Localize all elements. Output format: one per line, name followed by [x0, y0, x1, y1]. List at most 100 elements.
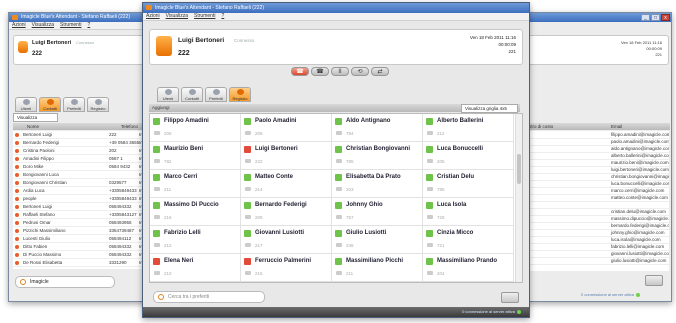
tab-utenti[interactable]: Utenti	[15, 97, 37, 112]
contacts-icon	[47, 99, 54, 105]
contact-ext: 214	[255, 187, 263, 192]
favorite-contact-cell[interactable]: Luca Bonuccelli 205	[423, 142, 514, 170]
tab-preferiti[interactable]: Preferiti	[63, 97, 85, 112]
phone-status-icon	[426, 258, 433, 265]
hangup-button[interactable]: ☎	[291, 67, 309, 76]
contact-ext: 205	[164, 131, 172, 136]
favorite-contact-cell[interactable]: Filippo Amadini 205	[150, 114, 241, 142]
contact-name: Paolo Amadini	[255, 118, 297, 124]
menu-help[interactable]: ?	[87, 22, 90, 29]
menu-visualizza[interactable]: Visualizza	[32, 22, 54, 29]
favorite-contact-cell[interactable]: Paolo Amadini 206	[241, 114, 332, 142]
col-email[interactable]: Email	[611, 123, 622, 130]
extension-icon	[427, 159, 433, 163]
favorite-contact-cell[interactable]: Cinzia Micco 721	[423, 226, 514, 254]
vertical-scrollbar[interactable]	[515, 114, 522, 282]
main-status: 0 connessione al server attiva	[462, 309, 521, 314]
add-favorite-button[interactable]: Aggiungi	[152, 105, 170, 110]
favorite-contact-cell[interactable]: Elena Neri 210	[150, 254, 241, 282]
view-select[interactable]: Visualizza griglia 4x5	[461, 104, 518, 113]
contact-ext: 721	[437, 243, 445, 248]
filter-select[interactable]: Visualizza	[13, 113, 58, 122]
main-status-bar: 0 connessione al server attiva	[143, 307, 529, 317]
tab-preferiti[interactable]: Preferiti	[205, 87, 227, 102]
favorite-contact-cell[interactable]: Luigi Bertoneri 222	[241, 142, 332, 170]
menu-visualizza[interactable]: Visualizza	[166, 13, 188, 20]
favorite-contact-cell[interactable]: Massimo Di Puccio 216	[150, 198, 241, 226]
favorite-contact-cell[interactable]: Christian Bongiovanni 785	[332, 142, 423, 170]
contact-ext: 210	[164, 271, 172, 276]
favorite-contact-cell[interactable]: Luca Isola 726	[423, 198, 514, 226]
menu-azioni[interactable]: Azioni	[12, 22, 26, 29]
contact-name: Giulio Lusiotti	[346, 230, 387, 236]
favorite-contact-cell[interactable]: Marco Cerri 211	[150, 170, 241, 198]
right-datetime: Ven 18 Feb 2011 11:16	[621, 40, 662, 45]
extension-icon	[336, 131, 342, 135]
operator-status: Connesso	[76, 40, 95, 45]
contacts-icon	[189, 89, 196, 95]
contact-ext: 209	[255, 215, 263, 220]
conference-button[interactable]: ⇄	[371, 67, 389, 76]
transfer-button[interactable]: ⟲	[351, 67, 369, 76]
favorite-contact-cell[interactable]: Giulio Lusiotti 236	[332, 226, 423, 254]
tab-registro[interactable]: Registro	[229, 87, 251, 102]
right-table-header: Centro di costo Email	[521, 123, 670, 130]
favorites-search-input[interactable]: Cerca tra i preferiti	[153, 291, 265, 303]
row-email: giovanni.lusiotti@imagicle.com	[611, 251, 669, 256]
menu-azioni[interactable]: Azioni	[146, 13, 160, 20]
favorite-contact-cell[interactable]: Maurizio Beni 782	[150, 142, 241, 170]
row-name: Ardia Luca	[23, 188, 45, 193]
row-name: Amadini Filippo	[23, 156, 54, 161]
tab-utenti[interactable]: Utenti	[157, 87, 179, 102]
keyboard-icon[interactable]	[645, 275, 663, 286]
main-status-text: 0 connessione al server attiva	[462, 309, 515, 314]
col-nome[interactable]: Nome	[27, 123, 39, 130]
hold-button[interactable]: II	[331, 67, 349, 76]
favorite-contact-cell[interactable]: Massimiliano Prando 204	[423, 254, 514, 282]
row-phone: 058494332	[109, 204, 132, 209]
favorite-contact-cell[interactable]: Alberto Ballerini 212	[423, 114, 514, 142]
contact-name: Luca Bonuccelli	[437, 146, 484, 152]
favorite-contact-cell[interactable]: Elisabetta Da Prato 203	[332, 170, 423, 198]
tab-label: Registro	[232, 96, 248, 101]
contact-ext: 211	[346, 271, 354, 276]
favorite-contact-cell[interactable]: Cristian Delu 785	[423, 170, 514, 198]
contact-name: Johnny Ghio	[346, 202, 383, 208]
favorite-contact-cell[interactable]: Giovanni Lusiotti 217	[241, 226, 332, 254]
favorite-contact-cell[interactable]: Ferruccio Palmerini 215	[241, 254, 332, 282]
row-name: Cristina Paoloni	[23, 148, 55, 153]
row-name: Ditto Fabien	[23, 244, 48, 249]
tab-contatti[interactable]: Contatti	[181, 87, 203, 102]
menu-strumenti[interactable]: Strumenti	[60, 22, 81, 29]
favorite-contact-cell[interactable]: Fabrizio Lelli 212	[150, 226, 241, 254]
phone-status-icon	[426, 174, 433, 181]
menu-help[interactable]: ?	[221, 13, 224, 20]
extension-icon	[336, 215, 342, 219]
table-row[interactable]: giulio.lusiotti@imagicle.com	[521, 257, 669, 265]
tab-contatti[interactable]: Contatti	[39, 97, 61, 112]
favorite-contact-cell[interactable]: Massimiliano Picchi 211	[332, 254, 423, 282]
left-search-input[interactable]: Imagicle	[15, 276, 115, 288]
favorite-contact-cell[interactable]: Bernardo Federigi 209	[241, 198, 332, 226]
row-name: Pedrusi Omar	[23, 220, 51, 225]
maximize-button[interactable]: □	[651, 14, 660, 21]
answer-button[interactable]: ☎	[311, 67, 329, 76]
scroll-thumb[interactable]	[517, 154, 521, 184]
favorite-contact-cell[interactable]: Johnny Ghio 757	[332, 198, 423, 226]
contact-status-icon	[15, 260, 19, 265]
col-telefono[interactable]: Telefono	[121, 123, 138, 130]
phone-status-icon	[426, 202, 433, 209]
extension-icon	[336, 159, 342, 163]
row-phone: 058494332	[109, 244, 132, 249]
menu-strumenti[interactable]: Strumenti	[194, 13, 215, 20]
favorite-contact-cell[interactable]: Aldo Antignano 784	[332, 114, 423, 142]
tab-registro[interactable]: Registro	[87, 97, 109, 112]
row-phone: +3305843127	[109, 212, 137, 217]
close-button[interactable]: x	[661, 14, 670, 21]
operator-logo	[156, 36, 172, 56]
row-email: matteo.conte@imagicle.com	[611, 195, 668, 200]
minimize-button[interactable]: _	[641, 14, 650, 21]
favorite-contact-cell[interactable]: Matteo Conte 214	[241, 170, 332, 198]
keyboard-icon[interactable]	[501, 292, 519, 303]
status-ok-icon	[635, 292, 640, 297]
